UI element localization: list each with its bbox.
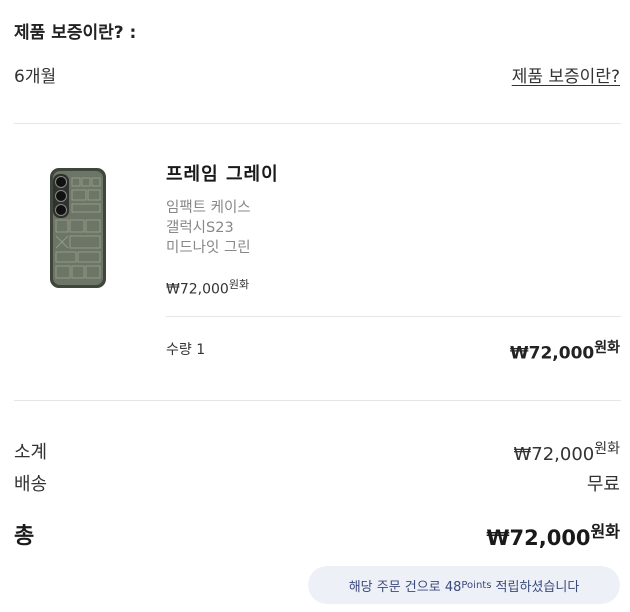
section-divider xyxy=(14,400,621,401)
currency-unit: 원화 xyxy=(594,441,620,457)
total-value: ₩72,000 xyxy=(486,526,591,550)
points-superscript: Points xyxy=(461,579,492,591)
subtotal-amount: ₩72,000원화 xyxy=(513,438,620,465)
total-label: 총 xyxy=(14,524,35,549)
product-variant-line: 갤럭시S23 xyxy=(166,220,234,236)
points-prefix: 해당 주문 건으로 48 xyxy=(348,579,462,595)
shipping-value: 무료 xyxy=(586,474,620,495)
product-unit-price-value: ₩72,000 xyxy=(166,281,229,298)
shipping-label: 배송 xyxy=(14,474,48,495)
total-amount: ₩72,000원화 xyxy=(486,518,620,550)
product-unit-price: ₩72,000원화 xyxy=(166,276,249,298)
subtotal-value: ₩72,000 xyxy=(513,444,595,465)
points-earned-badge: 해당 주문 건으로 48 Points 적립하셨습니다 xyxy=(308,566,620,604)
currency-unit: 원화 xyxy=(228,278,250,291)
product-variant-line: 미드나잇 그린 xyxy=(166,240,251,256)
warranty-period: 6개월 xyxy=(14,67,57,87)
subtotal-label: 소계 xyxy=(14,442,48,463)
warranty-title: 제품 보증이란? : xyxy=(14,23,137,43)
product-divider xyxy=(166,316,621,317)
currency-unit: 원화 xyxy=(590,522,620,541)
line-total-value: ₩72,000 xyxy=(509,343,595,364)
currency-unit: 원화 xyxy=(594,340,620,356)
phone-case-image xyxy=(48,166,108,290)
quantity-label: 수량 1 xyxy=(166,342,206,358)
line-total: ₩72,000원화 xyxy=(510,337,620,364)
section-divider xyxy=(14,123,621,124)
points-suffix: 적립하셨습니다 xyxy=(491,579,580,595)
product-variant-line: 임팩트 케이스 xyxy=(166,200,251,216)
product-name: 프레임 그레이 xyxy=(166,164,279,185)
warranty-info-link[interactable]: 제품 보증이란? xyxy=(512,62,620,87)
